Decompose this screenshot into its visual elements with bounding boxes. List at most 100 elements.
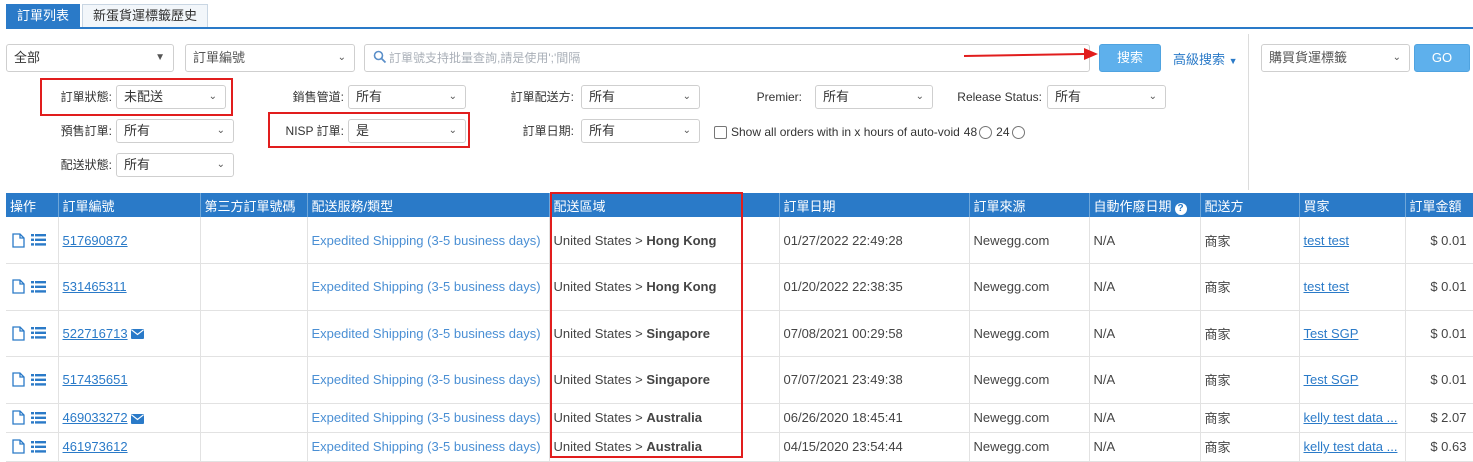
buyer-link[interactable]: test test [1304,279,1350,294]
buyer-link[interactable]: Test SGP [1304,326,1359,341]
buyer-link[interactable]: kelly test data ... [1304,439,1398,454]
highlight-region-column [550,192,743,458]
row-actions-cell [6,432,59,462]
order-amount: $ 2.07 [1430,410,1467,425]
presale-select[interactable]: 所有 ⌄ [116,119,234,143]
auto-void-48-radio[interactable] [979,125,993,139]
release-status-value: 所有 [1055,89,1082,104]
row-shipper-cell: 商家 [1200,432,1300,462]
document-icon[interactable] [12,326,25,341]
chevron-down-icon: ⌄ [682,125,691,136]
search-field-value: 訂單編號 [193,50,246,65]
row-third-party-cell [200,432,308,462]
row-buyer-cell: test test [1299,217,1406,264]
order-number-link[interactable]: 517435651 [63,372,128,387]
release-status-label: Release Status: [957,90,1042,104]
row-order-no-cell: 461973612 [58,432,201,462]
go-button[interactable]: GO [1414,44,1470,72]
advanced-search-label: 高級搜索 [1173,52,1226,67]
mail-icon[interactable] [130,413,144,424]
document-icon[interactable] [12,410,25,425]
row-amount-cell: $ 0.01 [1405,263,1473,311]
list-icon[interactable] [31,373,46,386]
order-number-link[interactable]: 531465311 [63,279,127,294]
tab-label-history[interactable]: 新蛋貨運標籤歷史 [82,4,209,28]
row-actions-cell [6,310,59,357]
col-header-shipper[interactable]: 配送方 [1200,193,1300,217]
search-scope-select[interactable]: 全部 ▼ [6,44,174,72]
row-shipper-cell: 商家 [1200,217,1300,264]
chevron-down-icon: ⌄ [1148,91,1157,102]
list-icon[interactable] [31,327,46,339]
shipping-service-text: Expedited Shipping (3-5 business days) [311,325,541,341]
row-source-cell: Newegg.com [969,310,1090,357]
row-service-cell: Expedited Shipping (3-5 business days) [307,263,550,311]
sales-channel-label: 銷售管道: [292,90,344,104]
search-button[interactable]: 搜索 [1099,44,1161,72]
release-status-select[interactable]: 所有 ⌄ [1047,85,1166,109]
shipping-label-select[interactable]: 購買貨運標籤 ⌄ [1261,44,1410,72]
document-icon[interactable] [12,439,25,454]
auto-void-24-radio[interactable] [1011,125,1025,139]
order-date-select[interactable]: 所有 ⌄ [581,119,700,143]
delivery-status-select[interactable]: 所有 ⌄ [116,153,234,177]
fulfillment-select[interactable]: 所有 ⌄ [581,85,700,109]
row-buyer-cell: Test SGP [1299,356,1406,404]
order-number-link[interactable]: 522716713 [63,326,128,341]
document-icon[interactable] [12,232,25,248]
row-amount-cell: $ 0.63 [1405,432,1473,462]
buyer-link[interactable]: test test [1304,233,1350,248]
document-icon[interactable] [12,372,25,387]
auto-void-24-label: 24 [996,125,1010,139]
row-order-no-cell: 517435651 [58,356,201,404]
order-amount: $ 0.01 [1430,232,1467,248]
sales-channel-select[interactable]: 所有 ⌄ [348,85,466,109]
row-shipper-cell: 商家 [1200,263,1300,311]
col-header-third-party[interactable]: 第三方訂單號碼 [200,193,308,217]
document-icon[interactable] [12,279,25,294]
tab-bar: 訂單列表 新蛋貨運標籤歷史 [6,4,210,28]
list-icon[interactable] [31,411,46,424]
list-icon[interactable] [31,234,46,246]
row-date-cell: 07/07/2021 23:49:38 [779,356,970,404]
list-icon[interactable] [31,280,46,293]
tab-underline [6,27,1473,29]
col-header-source[interactable]: 訂單來源 [969,193,1090,217]
row-shipper-cell: 商家 [1200,310,1300,357]
col-header-void-date[interactable]: 自動作廢日期? [1089,193,1201,217]
row-amount-cell: $ 0.01 [1405,217,1473,264]
row-shipper-cell: 商家 [1200,403,1300,433]
annotation-arrow [963,48,1098,60]
order-date-label: 訂單日期: [522,124,574,138]
row-void-date-cell: N/A [1089,217,1201,264]
order-amount: $ 0.01 [1430,325,1467,341]
advanced-search-link[interactable]: 高級搜索 ▼ [1173,49,1238,68]
caret-down-icon: ▼ [1228,56,1238,66]
buyer-link[interactable]: Test SGP [1304,372,1359,387]
shipping-service-text: Expedited Shipping (3-5 business days) [311,410,541,425]
row-third-party-cell [200,217,308,264]
search-scope-value: 全部 [14,50,41,65]
shipping-service-text: Expedited Shipping (3-5 business days) [311,372,541,388]
col-header-amount[interactable]: 訂單金額 [1405,193,1473,217]
col-header-buyer[interactable]: 買家 [1299,193,1406,217]
chevron-down-icon: ⌄ [448,91,457,102]
tab-order-list[interactable]: 訂單列表 [6,4,81,28]
col-header-date[interactable]: 訂單日期 [779,193,970,217]
row-source-cell: Newegg.com [969,263,1090,311]
order-number-link[interactable]: 461973612 [63,439,128,454]
order-number-link[interactable]: 517690872 [63,233,128,248]
mail-icon[interactable] [130,329,144,340]
row-amount-cell: $ 0.01 [1405,310,1473,357]
auto-void-checkbox[interactable] [714,125,727,139]
order-number-link[interactable]: 469033272 [63,410,128,425]
buyer-link[interactable]: kelly test data ... [1304,410,1398,425]
list-icon[interactable] [31,440,46,453]
premier-select[interactable]: 所有 ⌄ [815,85,933,109]
col-header-order-no[interactable]: 訂單編號 [58,193,201,217]
search-field-select[interactable]: 訂單編號 ⌄ [185,44,355,72]
fulfillment-label: 訂單配送方: [510,90,574,104]
shipping-label-value: 購買貨運標籤 [1269,50,1348,65]
help-icon[interactable]: ? [1174,202,1187,215]
col-header-service[interactable]: 配送服務/類型 [307,193,550,217]
